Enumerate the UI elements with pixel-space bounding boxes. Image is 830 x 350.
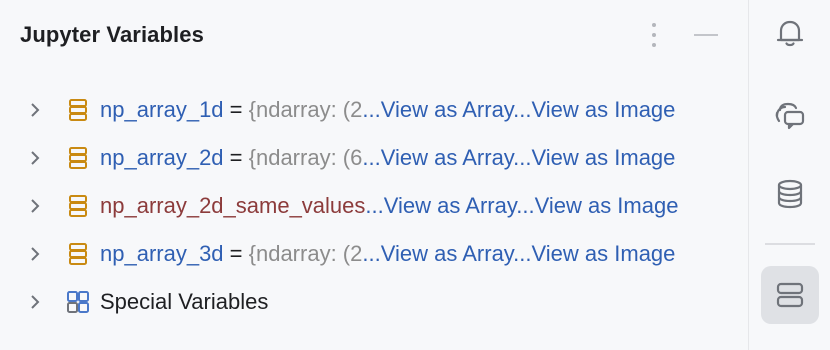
value-ellipsis: ... xyxy=(365,193,384,218)
minimize-icon[interactable] xyxy=(690,21,722,49)
link-ellipsis: ... xyxy=(516,193,535,218)
variable-value: {ndarray: (2 xyxy=(248,97,363,122)
variable-name: np_array_2d xyxy=(100,145,224,170)
chevron-right-icon[interactable] xyxy=(28,148,42,168)
database-icon xyxy=(777,179,803,209)
special-variables-label: Special Variables xyxy=(100,289,269,314)
value-ellipsis: ... xyxy=(362,145,381,170)
link-ellipsis: ... xyxy=(513,97,532,122)
variable-separator: = xyxy=(223,145,249,170)
jupyter-variables-icon xyxy=(776,282,804,308)
view-as-array-link[interactable]: View as Array xyxy=(381,97,513,122)
view-as-image-link[interactable]: View as Image xyxy=(532,97,676,122)
value-ellipsis: ... xyxy=(362,241,381,266)
chevron-right-icon[interactable] xyxy=(28,196,42,216)
more-options-icon[interactable] xyxy=(645,21,663,49)
view-as-image-link[interactable]: View as Image xyxy=(532,241,676,266)
variable-separator: = xyxy=(223,241,249,266)
view-as-array-link[interactable]: View as Array xyxy=(381,145,513,170)
panel-title: Jupyter Variables xyxy=(20,22,204,47)
right-tool-strip xyxy=(749,0,830,350)
view-as-array-link[interactable]: View as Array xyxy=(381,241,513,266)
special-variables-row[interactable]: Special Variables xyxy=(0,278,748,326)
variable-name: np_array_1d xyxy=(100,97,224,122)
variable-row[interactable]: np_array_3d = {ndarray: (2...View as Arr… xyxy=(0,230,748,278)
variable-icon xyxy=(69,243,87,265)
ai-chat-icon xyxy=(775,102,805,130)
strip-separator xyxy=(765,243,815,245)
bell-icon xyxy=(776,20,804,47)
view-as-image-link[interactable]: View as Image xyxy=(535,193,679,218)
view-as-image-link[interactable]: View as Image xyxy=(532,145,676,170)
variable-name: np_array_3d xyxy=(100,241,224,266)
database-button[interactable] xyxy=(761,165,819,223)
variable-separator: = xyxy=(223,97,249,122)
special-variables-icon xyxy=(67,291,89,313)
chevron-right-icon[interactable] xyxy=(28,100,42,120)
variable-icon xyxy=(69,99,87,121)
variable-row[interactable]: np_array_1d = {ndarray: (2...View as Arr… xyxy=(0,86,748,134)
chevron-right-icon[interactable] xyxy=(28,292,42,312)
chevron-right-icon[interactable] xyxy=(28,244,42,264)
jupyter-variables-button[interactable] xyxy=(761,266,819,324)
view-as-array-link[interactable]: View as Array xyxy=(384,193,516,218)
link-ellipsis: ... xyxy=(513,145,532,170)
notifications-button[interactable] xyxy=(761,4,819,62)
ai-assistant-button[interactable] xyxy=(761,86,819,144)
variable-icon xyxy=(69,147,87,169)
variable-row[interactable]: np_array_2d = {ndarray: (6...View as Arr… xyxy=(0,134,748,182)
jupyter-variables-panel: Jupyter Variables np_array_1d = {ndarray… xyxy=(0,0,748,350)
variable-row[interactable]: np_array_2d_same_values...View as Array.… xyxy=(0,182,748,230)
link-ellipsis: ... xyxy=(513,241,532,266)
variable-value: {ndarray: (2 xyxy=(248,241,363,266)
variable-name: np_array_2d_same_values xyxy=(100,193,366,218)
value-ellipsis: ... xyxy=(362,97,381,122)
variable-icon xyxy=(69,195,87,217)
variable-value: {ndarray: (6 xyxy=(248,145,363,170)
variables-tree: np_array_1d = {ndarray: (2...View as Arr… xyxy=(0,86,748,326)
